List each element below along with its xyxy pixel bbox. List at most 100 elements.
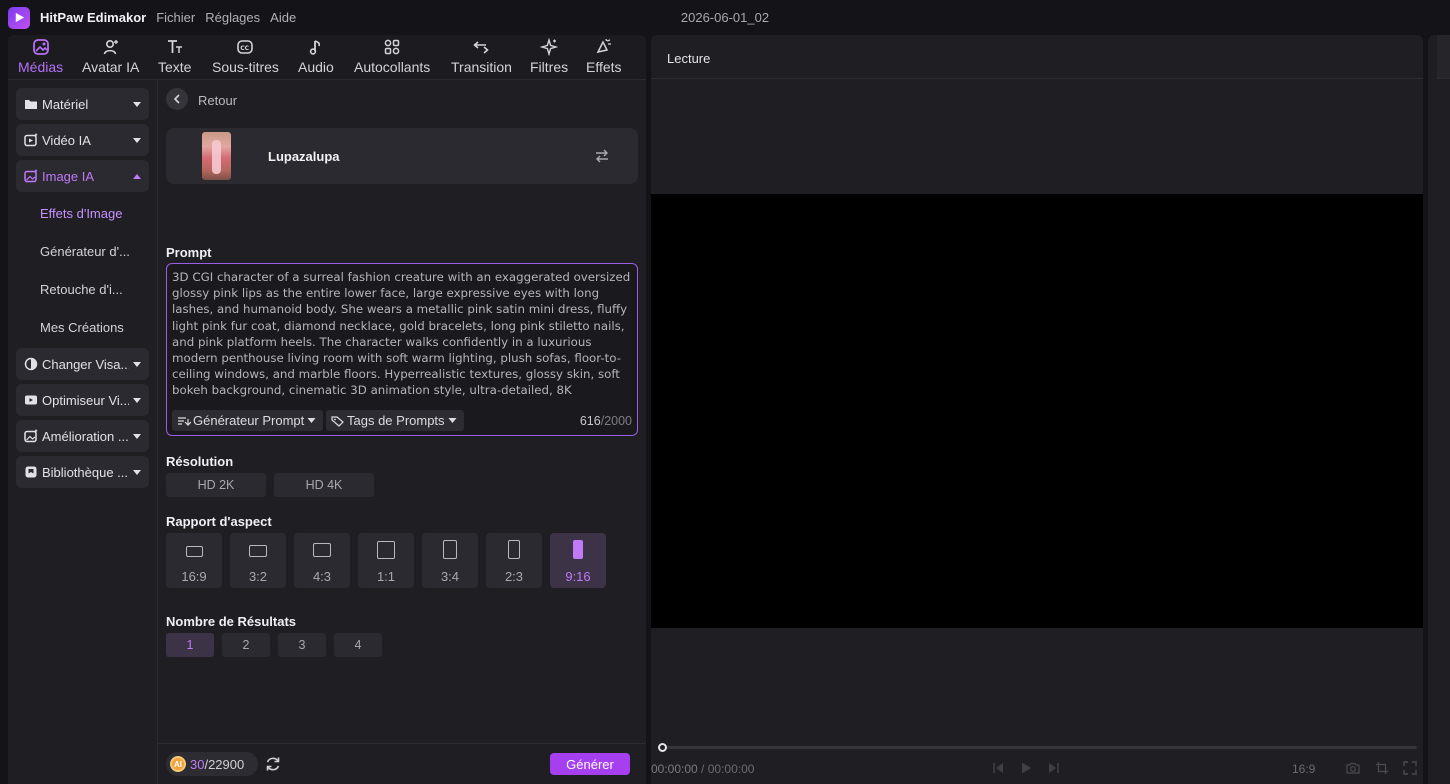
tab-texte[interactable]: Texte (158, 37, 191, 79)
results-option-2[interactable]: 2 (222, 633, 270, 657)
tab-label: Sous-titres (212, 59, 279, 75)
tag-icon (331, 415, 344, 427)
sidebar-item-label: Optimiseur Vi... (42, 392, 129, 408)
results-count-label: Nombre de Résultats (166, 614, 297, 629)
aspect-9-16[interactable]: 9:16 (550, 533, 606, 588)
crop-icon[interactable] (1375, 761, 1389, 775)
sidebar-item-materiel[interactable]: Matériel (16, 88, 149, 120)
transition-icon (472, 37, 490, 57)
refresh-icon[interactable] (264, 755, 282, 773)
app-window: HitPaw Edimakor Fichier Réglages Aide 2 0… (0, 0, 1450, 784)
tab-label: Transition (451, 59, 512, 75)
model-card[interactable]: Lupazalupa (166, 128, 638, 184)
aspect-3-4[interactable]: 3:4 (422, 533, 478, 588)
aspect-2-3[interactable]: 2:3 (486, 533, 542, 588)
ratio-shape-icon (377, 541, 395, 559)
tab-label: Médias (18, 59, 64, 75)
sidebar: Matériel Vidéo IA Image IA Effets d'Imag… (8, 81, 158, 784)
prompt-box: 3D CGI character of a surreal fashion cr… (166, 263, 638, 436)
aspect-1-1[interactable]: 1:1 (358, 533, 414, 588)
ratio-shape-icon (186, 546, 203, 557)
sidebar-item-label: Matériel (42, 96, 89, 112)
chevron-down-icon (307, 418, 316, 423)
prompt-generator-button[interactable]: Générateur Prompt (172, 410, 324, 431)
tab-effets[interactable]: Effets (586, 37, 622, 79)
timeline-scrubber[interactable] (663, 746, 1417, 749)
prompt-tags-button[interactable]: Tags de Prompts (326, 410, 464, 431)
image-effects-panel: Retour Lupazalupa Prompt 3D CGI characte… (158, 81, 646, 784)
resolution-label: Résolution (166, 454, 234, 469)
svg-text:CC: CC (241, 45, 250, 52)
back-button[interactable] (166, 88, 188, 110)
tab-autocollants[interactable]: Autocollants (354, 37, 430, 79)
fullscreen-icon[interactable] (1403, 761, 1417, 775)
app-logo-icon (8, 6, 30, 29)
preview-title: Lecture (667, 51, 711, 66)
tab-sous-titres[interactable]: CC Sous-titres (212, 37, 279, 79)
sidebar-item-amelioration[interactable]: Amélioration ... (16, 420, 149, 452)
aspect-4-3[interactable]: 4:3 (294, 533, 350, 588)
sidebar-item-label: Image IA (42, 168, 95, 184)
subitem-generateur[interactable]: Générateur d'... (40, 244, 130, 259)
tab-avatar-ia[interactable]: Avatar IA (82, 37, 139, 79)
top-tab-bar: Médias Avatar IA Texte CC Sous-titres Au… (8, 35, 646, 80)
title-bar: HitPaw Edimakor Fichier Réglages Aide 20… (0, 0, 1450, 35)
ratio-label: 3:2 (248, 569, 268, 584)
ai-image-icon (24, 169, 38, 183)
subtitles-icon: CC (236, 37, 254, 57)
menu-aide[interactable]: Aide (270, 10, 296, 25)
sidebar-item-image-ia[interactable]: Image IA (16, 160, 149, 192)
sidebar-item-label: Changer Visa... (42, 356, 129, 372)
tab-medias[interactable]: Médias (18, 37, 63, 79)
tab-audio[interactable]: Audio (298, 37, 334, 79)
stickers-icon (383, 37, 401, 57)
tab-transition[interactable]: Transition (451, 37, 512, 79)
time-separator: / (697, 762, 708, 776)
sidebar-item-bibliotheque[interactable]: Bibliothèque ... (16, 456, 149, 488)
menu-fichier[interactable]: Fichier (156, 10, 195, 25)
generate-button[interactable]: Générer (550, 753, 630, 775)
ratio-shape-icon (313, 543, 331, 557)
aspect-3-2[interactable]: 3:2 (230, 533, 286, 588)
next-frame-icon[interactable] (1047, 761, 1061, 775)
resolution-hd-2k[interactable]: HD 2K (166, 473, 266, 497)
total-time: 00:00:00 (707, 762, 755, 776)
aspect-16-9[interactable]: 16:9 (166, 533, 222, 588)
results-option-4[interactable]: 4 (334, 633, 382, 657)
tab-filtres[interactable]: Filtres (530, 37, 568, 79)
resolution-hd-4k[interactable]: HD 4K (274, 473, 374, 497)
sidebar-item-label: Bibliothèque ... (42, 464, 129, 480)
back-label[interactable]: Retour (198, 93, 237, 108)
results-option-3[interactable]: 3 (278, 633, 326, 657)
previous-frame-icon[interactable] (991, 761, 1005, 775)
sidebar-item-changer-visage[interactable]: Changer Visa... (16, 348, 149, 380)
current-time: 00:00:00 (651, 762, 698, 776)
menu-reglages[interactable]: Réglages (205, 10, 260, 25)
enhance-icon (24, 429, 38, 443)
chevron-down-icon (129, 469, 145, 475)
properties-panel (1428, 35, 1450, 784)
snapshot-icon[interactable] (1346, 761, 1360, 775)
scrubber-handle[interactable] (658, 743, 667, 752)
ratio-label: 1:1 (376, 569, 396, 584)
chevron-left-icon (173, 92, 181, 107)
ratio-shape-icon (249, 545, 267, 557)
subitem-retouche[interactable]: Retouche d'i... (40, 282, 123, 297)
chevron-down-icon (129, 101, 145, 107)
preview-panel: Lecture 00:00:00 / 00:00:00 16:9 (651, 35, 1423, 784)
results-option-1[interactable]: 1 (166, 633, 214, 657)
swap-icon[interactable] (592, 146, 612, 166)
prompt-textarea[interactable]: 3D CGI character of a surreal fashion cr… (172, 269, 634, 399)
sidebar-item-optimiseur-video[interactable]: Optimiseur Vi... (16, 384, 149, 416)
preview-aspect[interactable]: 16:9 (1292, 762, 1315, 776)
play-icon[interactable] (1019, 761, 1033, 775)
prompt-label: Prompt (166, 245, 212, 260)
video-canvas[interactable] (651, 194, 1423, 628)
subitem-mes-creations[interactable]: Mes Créations (40, 320, 124, 335)
chevron-down-icon (448, 418, 457, 423)
avatar-icon (102, 37, 120, 57)
ratio-label: 4:3 (312, 569, 332, 584)
sidebar-item-video-ia[interactable]: Vidéo IA (16, 124, 149, 156)
subitem-effets-image[interactable]: Effets d'Image (40, 206, 122, 221)
credits-used: 30 (190, 756, 205, 772)
